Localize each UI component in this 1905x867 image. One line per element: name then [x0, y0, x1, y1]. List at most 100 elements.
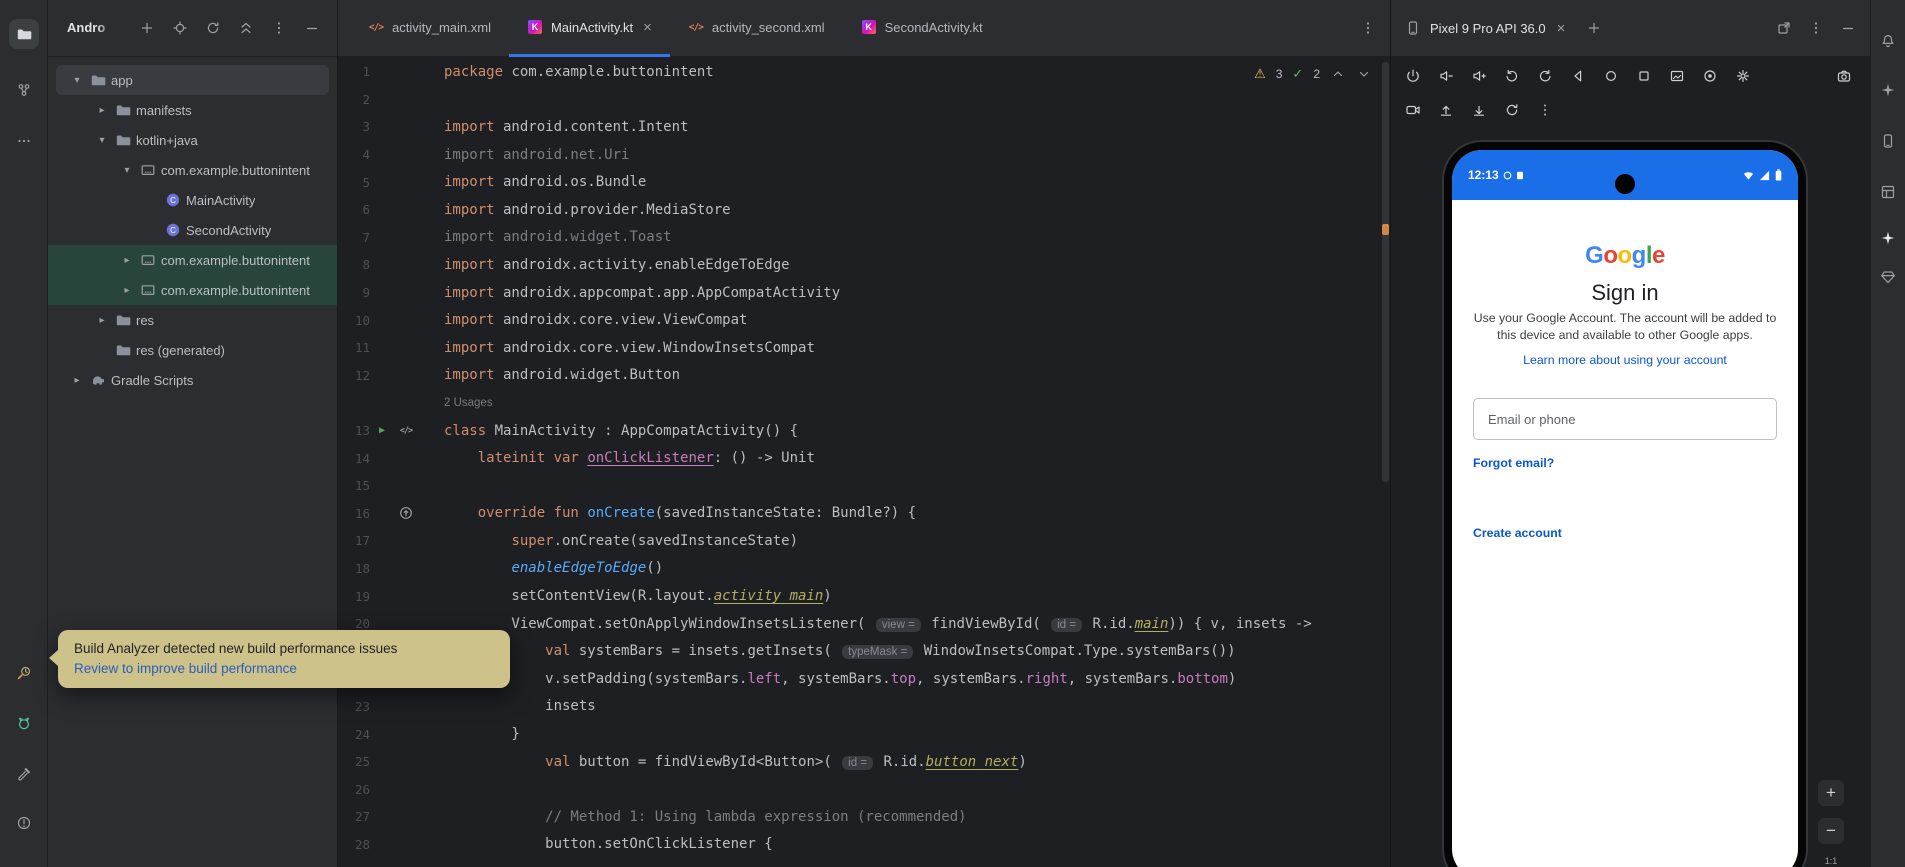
- sparkle-icon[interactable]: [1873, 75, 1903, 105]
- upload-icon[interactable]: [1438, 102, 1454, 118]
- build-analyzer-icon[interactable]: [9, 658, 39, 688]
- code-text: import android.content.Intent: [444, 118, 689, 135]
- device-panel-actions: [1776, 20, 1856, 36]
- locate-icon[interactable]: [172, 20, 188, 36]
- structure-icon[interactable]: [9, 75, 39, 105]
- package-icon: [140, 162, 156, 178]
- camera-icon[interactable]: [1836, 68, 1852, 84]
- volume-up-icon[interactable]: [1471, 68, 1487, 84]
- google-logo-letter: o: [1603, 242, 1618, 269]
- code-text: val button = findViewById<Button>( id = …: [545, 753, 1027, 770]
- run-icon[interactable]: ▶: [379, 425, 385, 436]
- layout-icon[interactable]: [1873, 177, 1903, 207]
- collapse-icon[interactable]: [238, 20, 254, 36]
- signin-body-text: Use your Google Account. The account wil…: [1473, 311, 1777, 342]
- editor-scrollbar[interactable]: [1382, 62, 1389, 482]
- create-account-link[interactable]: Create account: [1473, 526, 1562, 540]
- home-icon[interactable]: [1603, 68, 1619, 84]
- code-line: 6 import android.provider.MediaStore: [338, 196, 1390, 224]
- close-icon[interactable]: ×: [1557, 20, 1566, 37]
- code-area[interactable]: 1 package com.example.buttonintent 2 3 impor…: [338, 58, 1390, 867]
- previous-issue-icon[interactable]: [1330, 66, 1346, 82]
- tree-item-secondactivity[interactable]: C SecondActivity: [48, 215, 337, 245]
- line-number: 4: [362, 147, 370, 163]
- running-devices-panel: Pixel 9 Pro API 36.0 × 12:13 Google Sign…: [1390, 0, 1870, 867]
- forgot-email-link[interactable]: Forgot email?: [1473, 456, 1554, 470]
- overview-icon[interactable]: [1636, 68, 1652, 84]
- hide-icon[interactable]: [304, 20, 320, 36]
- more-icon[interactable]: [271, 20, 287, 36]
- editor-tab-activity-second-xml[interactable]: </> activity_second.xml: [670, 0, 843, 57]
- editor-tab-mainactivity-kt[interactable]: K MainActivity.kt ×: [508, 0, 670, 57]
- device-emulator-screen[interactable]: 12:13 Google Sign in Use your Google Acc…: [1444, 142, 1806, 867]
- more-icon[interactable]: [1537, 102, 1553, 118]
- tooltip-review-link[interactable]: Review to improve build performance: [74, 659, 494, 679]
- record-icon[interactable]: [1702, 68, 1718, 84]
- power-icon[interactable]: [1405, 68, 1421, 84]
- code-text: override fun onCreate(savedInstanceState…: [477, 505, 917, 522]
- override-icon[interactable]: [398, 505, 414, 521]
- star-icon[interactable]: [1873, 223, 1903, 253]
- rotate-right-icon[interactable]: [1537, 68, 1553, 84]
- code-line: 2: [338, 86, 1390, 114]
- more-icon[interactable]: [1360, 20, 1376, 36]
- project-folder-icon[interactable]: [9, 19, 39, 49]
- tree-item-gradle-scripts[interactable]: ▸ Gradle Scripts: [48, 365, 337, 395]
- download-icon[interactable]: [1471, 102, 1487, 118]
- zoom-out-button[interactable]: −: [1818, 818, 1844, 844]
- video-icon[interactable]: [1405, 102, 1421, 118]
- project-panel-header: Andro: [48, 0, 337, 57]
- more-icon[interactable]: [1808, 20, 1824, 36]
- tree-item-com-example-buttonintent[interactable]: ▸ com.example.buttonintent: [48, 245, 337, 275]
- problems-icon[interactable]: [9, 808, 39, 838]
- inspections-widget[interactable]: ⚠ 3 ✓ 2: [1254, 66, 1372, 82]
- rotate-left-icon[interactable]: [1504, 68, 1520, 84]
- more-h-icon[interactable]: [9, 126, 39, 156]
- logcat-icon[interactable]: [9, 708, 39, 738]
- line-number: 13: [354, 423, 370, 439]
- tree-item-label: res: [136, 312, 155, 328]
- code-line: 3 import android.content.Intent: [338, 113, 1390, 141]
- device-icon[interactable]: [1873, 126, 1903, 156]
- related-xml-icon[interactable]: </>: [400, 426, 413, 436]
- line-number: 27: [354, 809, 370, 825]
- learn-more-link[interactable]: Learn more about using your account: [1452, 353, 1798, 367]
- code-line: 17 super.onCreate(savedInstanceState): [338, 527, 1390, 555]
- back-icon[interactable]: [1570, 68, 1586, 84]
- add-tab-icon[interactable]: [1586, 20, 1602, 36]
- build-icon[interactable]: [9, 759, 39, 789]
- volume-down-icon[interactable]: [1438, 68, 1454, 84]
- line-number: 6: [362, 202, 370, 218]
- tree-item-app[interactable]: ▾ app: [56, 65, 329, 95]
- minimize-icon[interactable]: [1840, 20, 1856, 36]
- next-issue-icon[interactable]: [1356, 66, 1372, 82]
- bell-icon[interactable]: [1873, 26, 1903, 56]
- build-analyzer-tooltip: Build Analyzer detected new build perfor…: [49, 630, 510, 688]
- tree-item-mainactivity[interactable]: C MainActivity: [48, 185, 337, 215]
- add-icon[interactable]: [139, 20, 155, 36]
- close-icon[interactable]: ×: [643, 19, 652, 36]
- project-view-selector[interactable]: Andro: [67, 19, 113, 37]
- zoom-in-button[interactable]: +: [1818, 780, 1844, 806]
- sync-icon[interactable]: [205, 20, 221, 36]
- gem-icon[interactable]: [1873, 262, 1903, 292]
- device-tab-title[interactable]: Pixel 9 Pro API 36.0: [1430, 21, 1546, 36]
- tree-item-kotlin-java[interactable]: ▾ kotlin+java: [48, 125, 337, 155]
- settings-icon[interactable]: [1735, 68, 1751, 84]
- tree-item-com-example-buttonintent[interactable]: ▾ com.example.buttonintent: [48, 155, 337, 185]
- email-input[interactable]: [1473, 398, 1777, 440]
- usages-hint[interactable]: 2 Usages: [444, 397, 493, 409]
- tree-item-com-example-buttonintent[interactable]: ▸ com.example.buttonintent: [48, 275, 337, 305]
- editor-tab-secondactivity-kt[interactable]: K SecondActivity.kt: [843, 0, 1001, 57]
- gutter-slot: ▶: [370, 425, 394, 436]
- tree-item-res-generated[interactable]: res (generated): [48, 335, 337, 365]
- editor-tab-activity-main-xml[interactable]: </> activity_main.xml: [350, 0, 509, 57]
- line-number: 2: [362, 91, 370, 107]
- tree-item-manifests[interactable]: ▸ manifests: [48, 95, 337, 125]
- tree-item-res[interactable]: ▸ res: [48, 305, 337, 335]
- open-window-icon[interactable]: [1776, 20, 1792, 36]
- restart-icon[interactable]: [1504, 102, 1520, 118]
- chevron-right-icon: ▸: [124, 254, 130, 266]
- passed-count: 2: [1313, 67, 1320, 81]
- screenshot-icon[interactable]: [1669, 68, 1685, 84]
